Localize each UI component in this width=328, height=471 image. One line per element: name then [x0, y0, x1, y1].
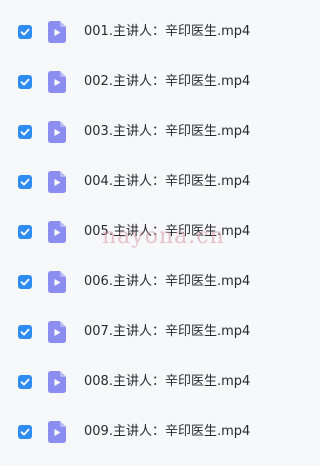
file-list: 001.主讲人：辛印医生.mp4 002.主讲人：辛印医生.mp4 003.主讲… — [0, 7, 320, 457]
file-name: 001.主讲人：辛印医生.mp4 — [84, 24, 251, 39]
bottom-edge — [0, 466, 328, 471]
check-icon — [20, 78, 30, 86]
file-list-panel: 001.主讲人：辛印医生.mp4 002.主讲人：辛印医生.mp4 003.主讲… — [0, 0, 320, 466]
check-icon — [20, 228, 30, 236]
checkbox[interactable] — [18, 175, 32, 189]
list-item[interactable]: 008.主讲人：辛印医生.mp4 — [0, 357, 320, 407]
file-name: 002.主讲人：辛印医生.mp4 — [84, 74, 251, 89]
list-item[interactable]: 005.主讲人：辛印医生.mp4 — [0, 207, 320, 257]
video-file-icon — [48, 271, 66, 293]
check-icon — [20, 328, 30, 336]
right-edge — [320, 0, 328, 471]
file-name: 005.主讲人：辛印医生.mp4 — [84, 224, 251, 239]
checkbox[interactable] — [18, 425, 32, 439]
list-item[interactable]: 006.主讲人：辛印医生.mp4 — [0, 257, 320, 307]
checkbox[interactable] — [18, 325, 32, 339]
list-item[interactable]: 004.主讲人：辛印医生.mp4 — [0, 157, 320, 207]
list-item[interactable]: 007.主讲人：辛印医生.mp4 — [0, 307, 320, 357]
file-name: 008.主讲人：辛印医生.mp4 — [84, 374, 251, 389]
video-file-icon — [48, 71, 66, 93]
check-icon — [20, 278, 30, 286]
video-file-icon — [48, 121, 66, 143]
video-file-icon — [48, 21, 66, 43]
checkbox[interactable] — [18, 225, 32, 239]
list-item[interactable]: 002.主讲人：辛印医生.mp4 — [0, 57, 320, 107]
list-item[interactable]: 003.主讲人：辛印医生.mp4 — [0, 107, 320, 157]
checkbox[interactable] — [18, 75, 32, 89]
file-name: 006.主讲人：辛印医生.mp4 — [84, 274, 251, 289]
video-file-icon — [48, 321, 66, 343]
file-name: 007.主讲人：辛印医生.mp4 — [84, 324, 251, 339]
check-icon — [20, 28, 30, 36]
video-file-icon — [48, 371, 66, 393]
file-name: 009.主讲人：辛印医生.mp4 — [84, 424, 251, 439]
checkbox[interactable] — [18, 275, 32, 289]
video-file-icon — [48, 421, 66, 443]
checkbox[interactable] — [18, 125, 32, 139]
check-icon — [20, 378, 30, 386]
check-icon — [20, 178, 30, 186]
file-name: 003.主讲人：辛印医生.mp4 — [84, 124, 251, 139]
list-item[interactable]: 009.主讲人：辛印医生.mp4 — [0, 407, 320, 457]
video-file-icon — [48, 171, 66, 193]
file-name: 004.主讲人：辛印医生.mp4 — [84, 174, 251, 189]
checkbox[interactable] — [18, 375, 32, 389]
list-item[interactable]: 001.主讲人：辛印医生.mp4 — [0, 7, 320, 57]
checkbox[interactable] — [18, 25, 32, 39]
check-icon — [20, 128, 30, 136]
check-icon — [20, 428, 30, 436]
video-file-icon — [48, 221, 66, 243]
